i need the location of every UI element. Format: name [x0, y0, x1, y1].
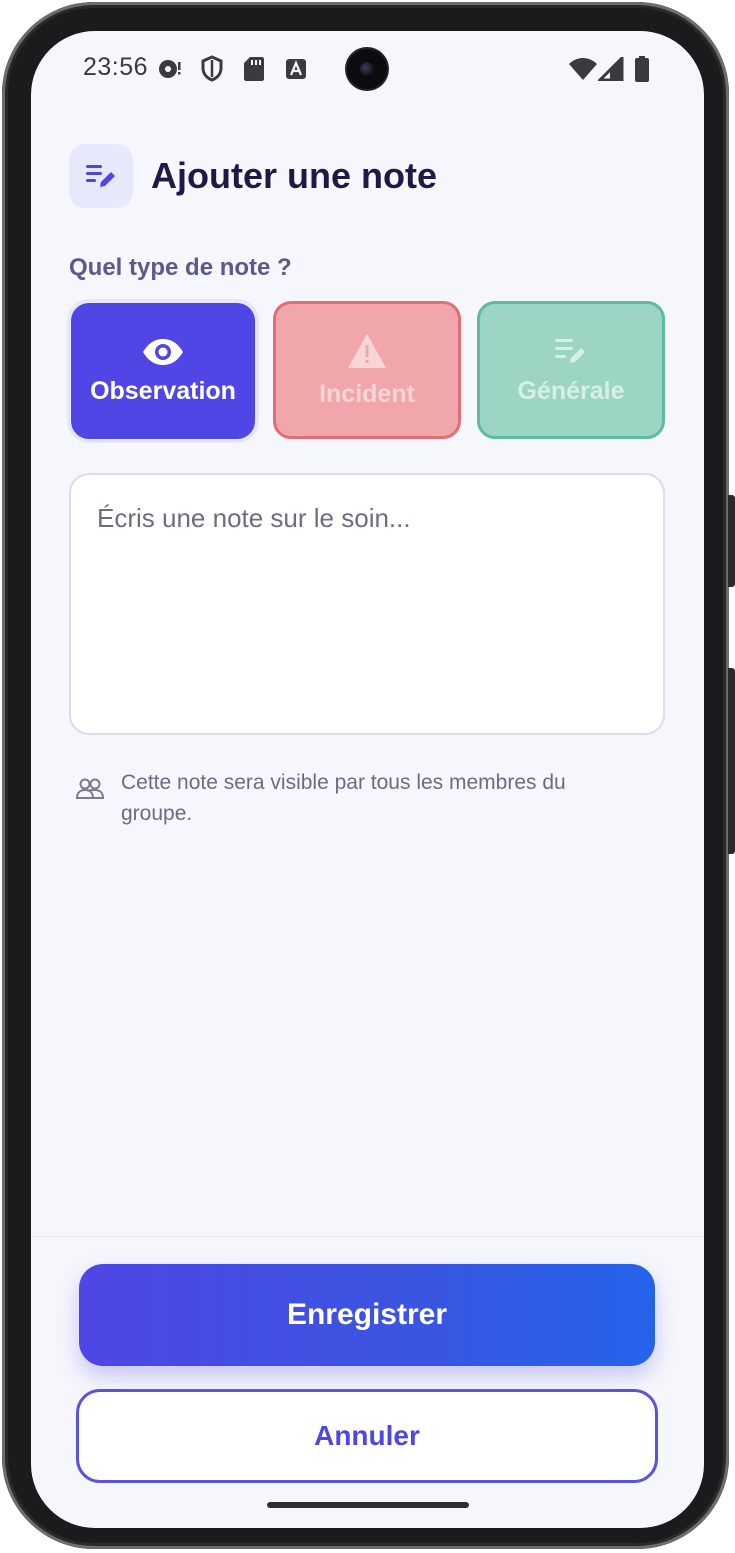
home-indicator[interactable] — [267, 1502, 469, 1508]
note-type-incident[interactable]: Incident — [273, 301, 461, 439]
shield-icon — [201, 55, 223, 82]
save-button-label: Enregistrer — [286, 1298, 448, 1331]
font-a-icon — [286, 59, 306, 79]
visibility-hint-text: Cette note sera visible par tous les mem… — [121, 771, 566, 825]
note-type-label: Observation — [90, 376, 236, 405]
note-type-observation[interactable]: Observation — [71, 303, 255, 439]
notes-edit-icon — [555, 338, 585, 363]
battery-icon — [635, 56, 649, 82]
power-button — [728, 668, 735, 854]
notes-edit-icon — [86, 165, 115, 187]
phone-frame: 23:56 Ajouter une note Quel type de note… — [2, 2, 729, 1549]
header-icon-badge — [69, 144, 133, 208]
note-type-label: Générale — [517, 376, 625, 405]
note-type-generale[interactable]: Générale — [477, 301, 665, 439]
footer-divider — [31, 1236, 704, 1237]
cellular-signal-icon — [598, 57, 624, 81]
chat-bubble-icon — [159, 60, 181, 78]
group-icon — [75, 778, 105, 799]
note-input-container — [69, 473, 665, 735]
note-type-question: Quel type de note ? — [69, 254, 292, 281]
cancel-button-label: Annuler — [314, 1420, 420, 1451]
wifi-icon — [569, 58, 597, 80]
status-time: 23:56 — [83, 53, 149, 81]
sd-card-icon — [244, 57, 264, 81]
front-camera — [347, 49, 387, 89]
note-textarea[interactable] — [71, 475, 663, 733]
status-bar: 23:56 — [31, 31, 704, 111]
cancel-button[interactable]: Annuler — [76, 1389, 658, 1483]
save-button[interactable]: Enregistrer — [79, 1264, 655, 1366]
eye-icon — [143, 338, 183, 365]
app-screen: 23:56 Ajouter une note Quel type de note… — [31, 31, 704, 1528]
page-title: Ajouter une note — [151, 155, 437, 196]
warning-icon — [348, 333, 386, 368]
note-type-label: Incident — [319, 379, 415, 408]
volume-button — [728, 495, 735, 587]
